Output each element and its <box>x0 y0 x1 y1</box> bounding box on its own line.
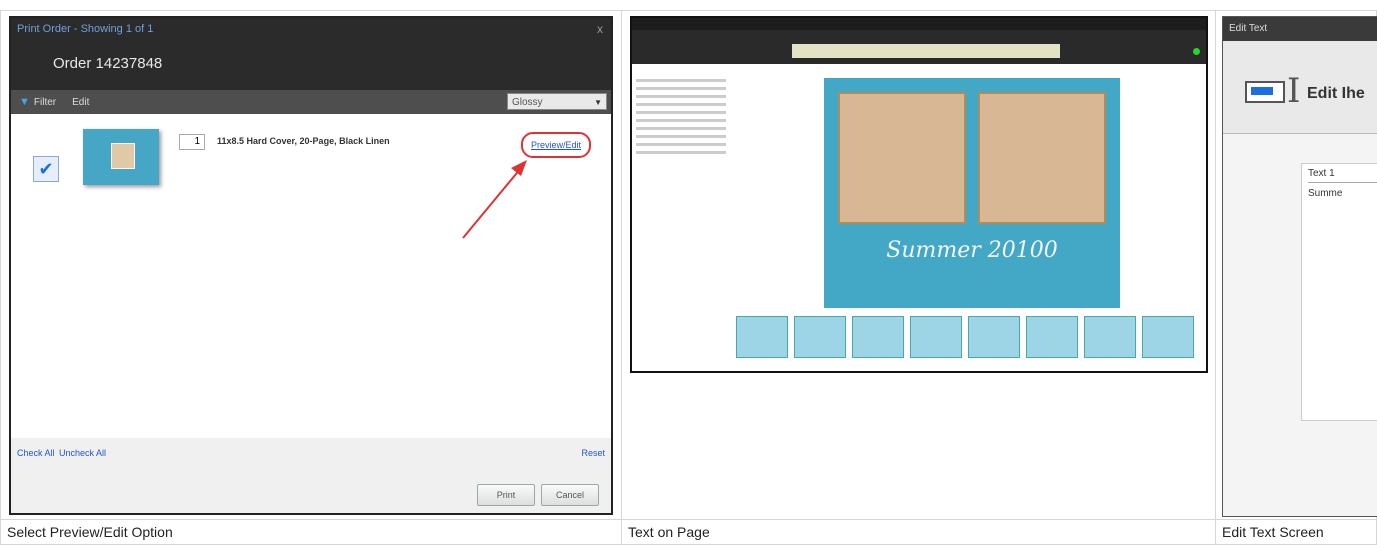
chevron-down-icon: ▼ <box>594 98 602 107</box>
check-all-link[interactable]: Check All <box>17 448 55 458</box>
dialog-title: Print Order - Showing 1 of 1 <box>17 23 154 35</box>
divider <box>1308 182 1377 183</box>
filter-icon[interactable]: ▼ <box>19 96 30 108</box>
close-icon[interactable]: x <box>597 18 603 40</box>
photobook-page: Summer 20100 <box>824 78 1120 308</box>
edit-text-header: I Edit Ihe <box>1223 41 1377 134</box>
text-field-input[interactable]: Summe <box>1308 188 1342 199</box>
page-thumbnail-strip <box>736 316 1206 358</box>
order-header: Order 14237848 <box>11 40 611 90</box>
order-items-list: ✔ 1 11x8.5 Hard Cover, 20-Page, Black Li… <box>11 114 611 438</box>
page-thumbnail[interactable] <box>852 316 904 358</box>
page-thumbnail[interactable] <box>736 316 788 358</box>
panel-text-on-page: Summer 20100 <box>621 10 1216 520</box>
cancel-button[interactable]: Cancel <box>541 484 599 506</box>
page-thumbnail[interactable] <box>968 316 1020 358</box>
edit-text-dialog: Edit Text I Edit Ihe Text 1 Summe <box>1222 16 1377 517</box>
editor-toolbar <box>632 30 1206 64</box>
paper-select-value: Glossy <box>512 97 543 108</box>
panel-edit-text: Edit Text I Edit Ihe Text 1 Summe <box>1215 10 1377 520</box>
photo-girl <box>838 92 966 224</box>
editor-title-field <box>792 44 1060 58</box>
print-button[interactable]: Print <box>477 484 535 506</box>
screenshot-grid: Print Order - Showing 1 of 1 x Order 142… <box>0 10 1377 545</box>
text-field-icon <box>1245 81 1285 103</box>
dialog-title-bar: Print Order - Showing 1 of 1 x <box>11 18 611 40</box>
filter-button[interactable]: Filter <box>34 97 56 108</box>
photo-boy <box>978 92 1106 224</box>
editor-menubar <box>632 18 1206 30</box>
edit-button[interactable]: Edit <box>72 97 89 108</box>
uncheck-all-link[interactable]: Uncheck All <box>59 448 106 458</box>
page-thumbnail[interactable] <box>1026 316 1078 358</box>
photobook-editor-screenshot: Summer 20100 <box>630 16 1208 373</box>
editor-sidebar <box>636 74 726 159</box>
print-order-dialog: Print Order - Showing 1 of 1 x Order 142… <box>9 16 613 515</box>
caption-2: Text on Page <box>621 519 1216 545</box>
edit-text-heading: Edit Ihe <box>1307 85 1365 102</box>
dialog-toolbar: ▼ Filter Edit Glossy ▼ <box>11 90 611 114</box>
status-light-icon <box>1193 48 1200 55</box>
red-arrow-annotation <box>462 160 527 239</box>
page-thumbnail[interactable] <box>1142 316 1194 358</box>
page-thumbnail[interactable] <box>794 316 846 358</box>
reset-link[interactable]: Reset <box>581 448 605 458</box>
paper-select[interactable]: Glossy ▼ <box>507 93 607 110</box>
ibeam-cursor-icon: I <box>1287 71 1301 111</box>
text-field-label: Text 1 <box>1308 168 1335 179</box>
caption-3: Edit Text Screen <box>1215 519 1377 545</box>
panel-print-order: Print Order - Showing 1 of 1 x Order 142… <box>0 10 622 520</box>
page-caption-text[interactable]: Summer 20100 <box>824 238 1120 263</box>
page-thumbnail[interactable] <box>1084 316 1136 358</box>
edit-text-title: Edit Text <box>1223 17 1377 41</box>
text-field-panel: Text 1 Summe <box>1301 163 1377 421</box>
caption-1: Select Preview/Edit Option <box>0 519 622 545</box>
selection-links: Check All Uncheck All Reset <box>11 438 611 466</box>
page-thumbnail[interactable] <box>910 316 962 358</box>
